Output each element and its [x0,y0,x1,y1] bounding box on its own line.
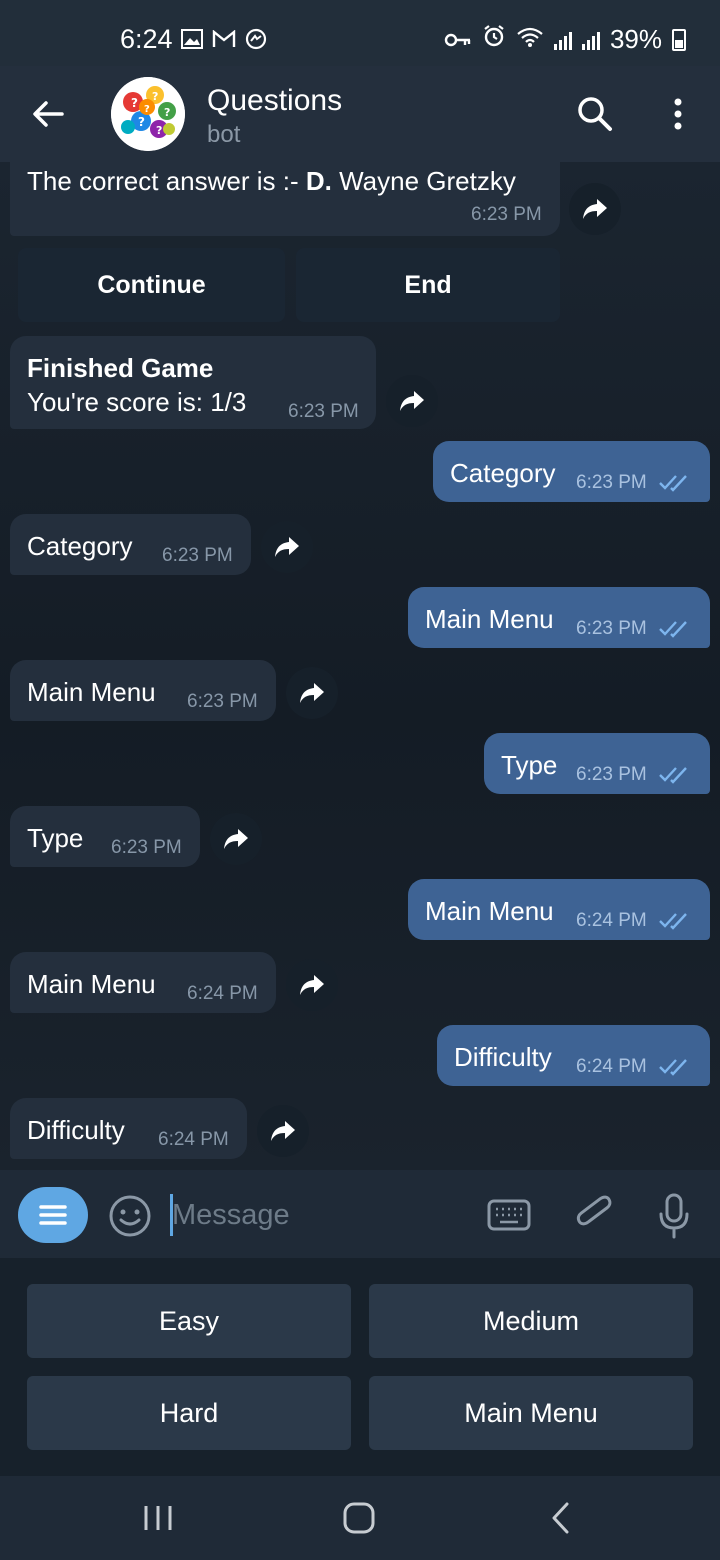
bot-reply-keyboard: Easy Medium Hard Main Menu [0,1258,720,1476]
incoming-message[interactable]: Type 6:23 PM [10,806,200,867]
message-composer [0,1170,720,1258]
gmail-icon [212,28,236,50]
svg-text:?: ? [138,115,145,129]
incoming-message[interactable]: Finished Game You're score is: 1/3 6:23 … [10,336,376,429]
battery-icon [672,28,686,51]
chat-subtitle: bot [207,121,241,148]
nav-back-icon[interactable] [541,1498,581,1538]
message-text: Main Menu [425,896,554,926]
reply-button-easy[interactable]: Easy [27,1284,351,1358]
alarm-icon [482,24,506,55]
status-time: 6:24 [120,24,173,54]
message-time: 6:23 PM [576,618,647,639]
double-check-icon [659,767,687,784]
outgoing-message[interactable]: Main Menu 6:24 PM [408,879,710,940]
chat-header: ? ? ? ? ? ? Questions bot [0,66,720,162]
bot-menu-button[interactable] [18,1187,88,1243]
forward-button[interactable] [569,183,621,235]
incoming-message[interactable]: Difficulty 6:24 PM [10,1098,247,1159]
double-check-icon [659,621,687,638]
message-time: 6:23 PM [576,472,647,493]
message-text: Type [27,823,84,853]
outgoing-message[interactable]: Difficulty 6:24 PM [437,1025,710,1086]
double-check-icon [659,475,687,492]
wifi-icon [516,24,544,55]
forward-button[interactable] [286,667,338,719]
keyboard-icon[interactable] [486,1196,532,1234]
battery-percent: 39% [609,24,662,54]
message-text: Difficulty [27,1115,125,1145]
reply-button-main-menu[interactable]: Main Menu [369,1376,693,1450]
message-time: 6:23 PM [187,691,258,712]
signal-icon-1 [553,30,572,50]
message-time: 6:23 PM [576,764,647,785]
message-text: Main Menu [425,604,554,634]
microphone-icon[interactable] [656,1192,692,1240]
status-notification-icons [180,28,268,50]
message-time: 6:24 PM [187,983,258,1004]
outgoing-message[interactable]: Type 6:23 PM [484,733,710,794]
message-text: The correct answer is :- D. Wayne Gretzk… [27,166,516,196]
system-navigation-bar [0,1476,720,1560]
incoming-message[interactable]: Main Menu 6:23 PM [10,660,276,721]
message-text: Category [27,531,133,561]
message-input[interactable] [172,1194,472,1236]
message-text: Main Menu [27,677,156,707]
attach-icon[interactable] [574,1192,614,1238]
recent-apps-icon[interactable] [138,1498,178,1538]
gallery-icon [180,28,204,50]
back-arrow-icon[interactable] [28,94,68,134]
svg-text:?: ? [131,96,138,110]
more-options-icon[interactable] [660,94,696,134]
message-time: 6:24 PM [576,910,647,931]
message-time: 6:23 PM [162,545,233,566]
message-text: Type [501,750,558,780]
home-icon[interactable] [339,1498,379,1538]
emoji-icon[interactable] [108,1194,152,1238]
message-text: You're score is: 1/3 [27,387,247,417]
continue-button[interactable]: Continue [18,248,285,322]
status-right-icons: 39% [444,24,686,55]
message-time: 6:24 PM [158,1129,229,1150]
bot-avatar[interactable]: ? ? ? ? ? ? [111,77,185,151]
message-list[interactable]: The correct answer is :- D. Wayne Gretzk… [0,162,720,1170]
message-text: Main Menu [27,969,156,999]
svg-text:?: ? [144,104,150,115]
reply-button-hard[interactable]: Hard [27,1376,351,1450]
forward-button[interactable] [261,521,313,573]
menu-icon [39,1205,67,1225]
status-bar: 6:24 39% [0,0,720,66]
messenger-icon [244,28,268,50]
svg-text:?: ? [152,90,158,103]
forward-button[interactable] [286,959,338,1011]
message-text: Difficulty [454,1042,552,1072]
chat-title[interactable]: Questions [207,84,342,118]
message-time: 6:24 PM [576,1056,647,1077]
incoming-message[interactable]: The correct answer is :- D. Wayne Gretzk… [10,162,560,236]
message-time: 6:23 PM [111,837,182,858]
svg-text:?: ? [164,106,170,119]
incoming-message[interactable]: Category 6:23 PM [10,514,251,575]
forward-button[interactable] [386,375,438,427]
forward-button[interactable] [210,813,262,865]
message-text: Category [450,458,556,488]
double-check-icon [659,913,687,930]
outgoing-message[interactable]: Category 6:23 PM [433,441,710,502]
reply-button-medium[interactable]: Medium [369,1284,693,1358]
forward-button[interactable] [257,1105,309,1157]
svg-text:?: ? [156,124,162,137]
double-check-icon [659,1059,687,1076]
search-icon[interactable] [575,94,615,134]
incoming-message[interactable]: Main Menu 6:24 PM [10,952,276,1013]
end-button[interactable]: End [296,248,560,322]
message-title: Finished Game [27,353,214,383]
signal-icon-2 [581,30,600,50]
vpn-key-icon [444,24,472,55]
message-time: 6:23 PM [471,204,542,225]
message-time: 6:23 PM [288,401,359,422]
outgoing-message[interactable]: Main Menu 6:23 PM [408,587,710,648]
